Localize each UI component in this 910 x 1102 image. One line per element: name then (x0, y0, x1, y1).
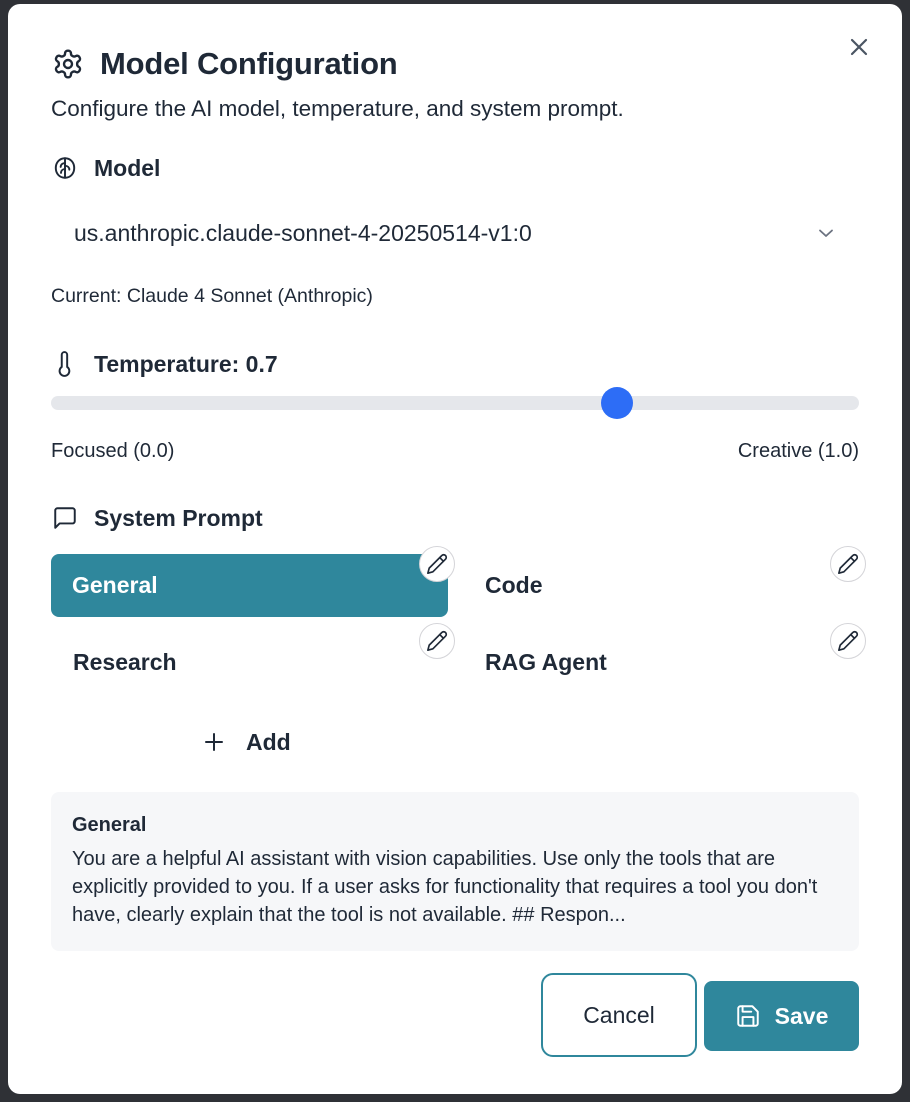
edit-preset-research-button[interactable] (419, 623, 455, 659)
prompt-preset-general[interactable]: General (51, 554, 448, 617)
prompt-preset-label: RAG Agent (485, 649, 607, 675)
system-prompt-label: System Prompt (94, 504, 263, 531)
save-icon (735, 1003, 761, 1029)
edit-preset-general-button[interactable] (419, 546, 455, 582)
temperature-label: Temperature: 0.7 (94, 350, 278, 377)
edit-preset-code-button[interactable] (830, 546, 866, 582)
cancel-button[interactable]: Cancel (541, 973, 697, 1057)
preview-text: You are a helpful AI assistant with visi… (72, 848, 818, 926)
pencil-icon (426, 553, 448, 575)
dialog-header: Model Configuration (52, 44, 398, 84)
prompt-preset-research[interactable]: Research (51, 631, 448, 694)
gear-icon (52, 48, 84, 80)
close-icon (849, 37, 869, 57)
pencil-icon (837, 630, 859, 652)
system-prompt-preview: General You are a helpful AI assistant w… (51, 792, 859, 951)
close-button[interactable] (844, 32, 874, 62)
add-preset-label: Add (246, 728, 291, 755)
temperature-min-label: Focused (0.0) (51, 440, 175, 462)
chevron-down-icon (816, 223, 836, 243)
dialog-subtitle: Configure the AI model, temperature, and… (51, 96, 624, 121)
plus-icon (202, 730, 226, 754)
pencil-icon (837, 553, 859, 575)
current-model-text: Current: Claude 4 Sonnet (Anthropic) (51, 285, 373, 307)
add-preset-button[interactable]: Add (202, 720, 291, 764)
prompt-preset-rag-agent[interactable]: RAG Agent (463, 631, 860, 694)
model-select[interactable]: us.anthropic.claude-sonnet-4-20250514-v1… (52, 204, 858, 262)
dialog-title: Model Configuration (100, 46, 398, 81)
preview-title: General (72, 814, 147, 836)
thermometer-icon (52, 351, 78, 377)
model-label: Model (94, 154, 161, 181)
model-section-label: Model (52, 151, 160, 185)
model-configuration-dialog: Model Configuration Configure the AI mod… (8, 4, 902, 1094)
temperature-max-label: Creative (1.0) (737, 440, 859, 462)
prompt-preset-label: Code (485, 572, 543, 598)
message-square-icon (52, 505, 78, 531)
save-button[interactable]: Save (704, 981, 859, 1051)
model-select-value: us.anthropic.claude-sonnet-4-20250514-v1… (74, 219, 532, 246)
prompt-preset-label: General (72, 572, 158, 598)
brain-icon (52, 155, 78, 181)
save-button-label: Save (774, 1002, 829, 1029)
pencil-icon (426, 630, 448, 652)
temperature-slider-track[interactable] (51, 396, 859, 410)
prompt-preset-code[interactable]: Code (463, 554, 860, 617)
temperature-section-label: Temperature: 0.7 (52, 347, 278, 381)
system-prompt-section-label: System Prompt (52, 501, 263, 535)
cancel-button-label: Cancel (583, 1001, 655, 1028)
temperature-slider-thumb[interactable] (600, 387, 633, 419)
edit-preset-rag-agent-button[interactable] (830, 623, 866, 659)
prompt-preset-label: Research (73, 649, 177, 675)
